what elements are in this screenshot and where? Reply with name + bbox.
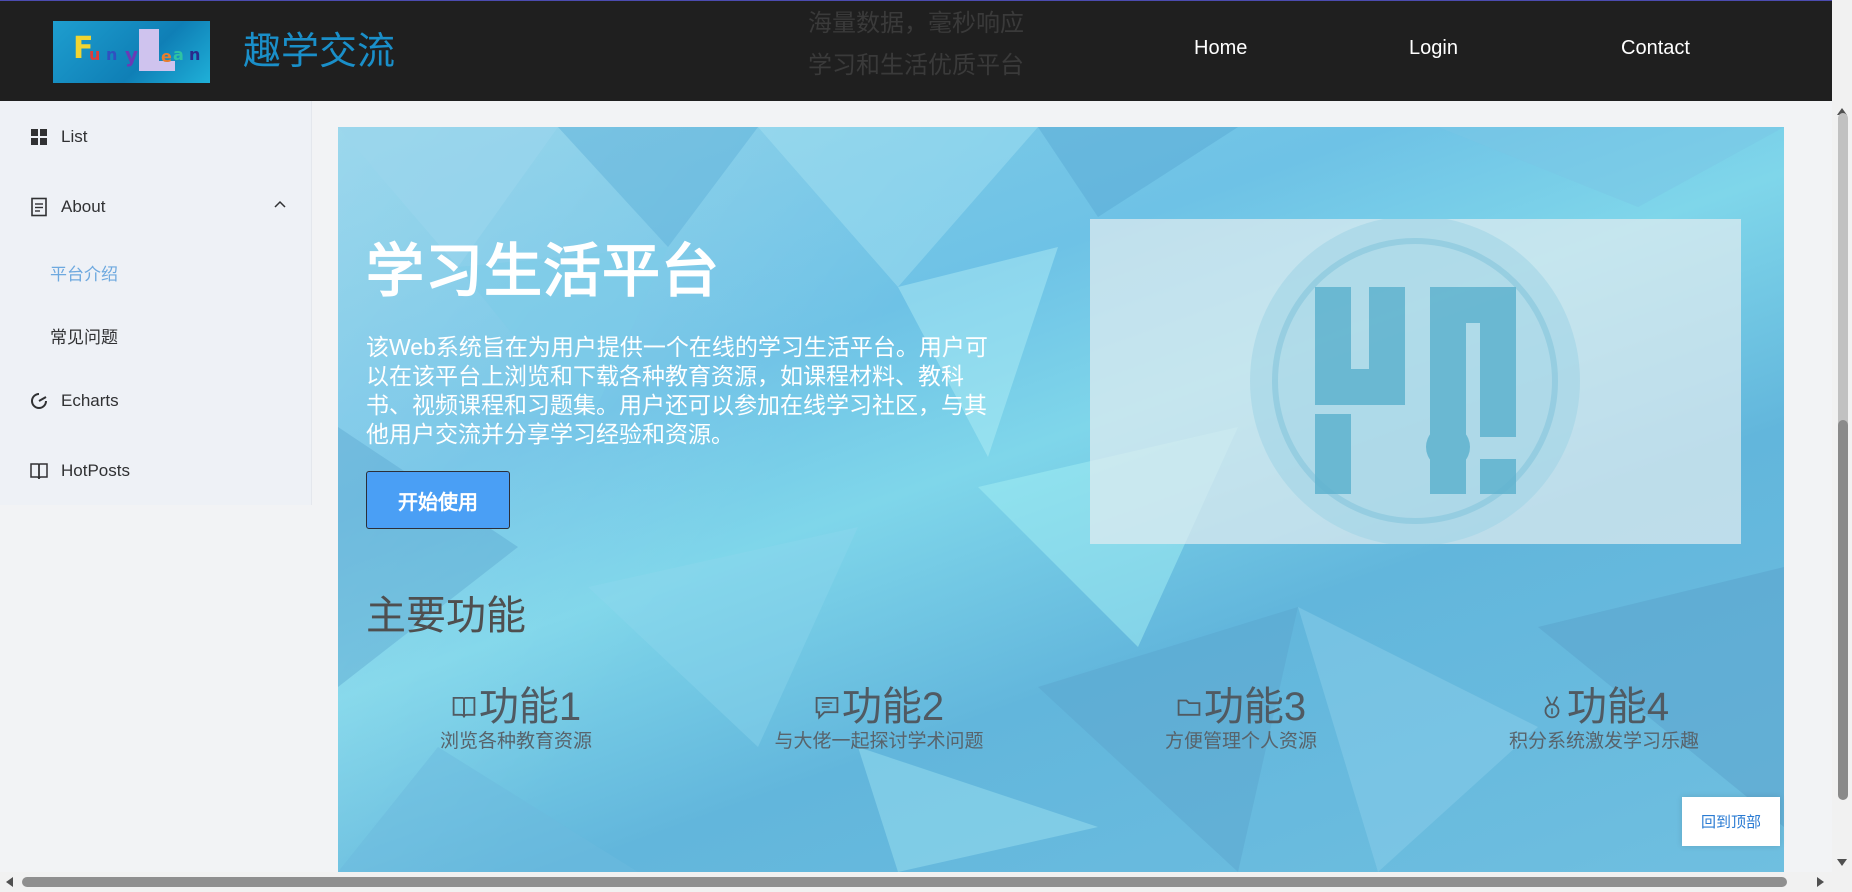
grid-icon	[31, 129, 47, 145]
feature-card-3: 功能3 方便管理个人资源	[1091, 684, 1391, 753]
back-to-top-button[interactable]: 回到顶部	[1682, 797, 1780, 846]
feature-desc: 方便管理个人资源	[1164, 731, 1317, 752]
sidebar-subitem-label: 平台介绍	[50, 264, 118, 284]
chat-icon	[815, 696, 839, 720]
slogan-line-1: 海量数据，毫秒响应	[808, 10, 1024, 37]
sidebar-subitem-faq[interactable]: 常见问题	[0, 307, 311, 363]
sidebar-item-label: HotPosts	[61, 461, 130, 480]
sidebar-item-about[interactable]: About	[0, 179, 311, 235]
document-icon	[31, 197, 47, 217]
feature-title: 功能4	[1566, 685, 1670, 729]
chevron-up-icon	[274, 200, 286, 208]
feature-desc: 积分系统激发学习乐趣	[1508, 731, 1699, 752]
sidebar-subitem-platform-intro[interactable]: 平台介绍	[0, 244, 311, 300]
scroll-left-arrow-icon[interactable]	[2, 872, 18, 892]
feature-title: 功能3	[1203, 685, 1307, 729]
chart-icon	[31, 393, 47, 409]
sidebar-item-label: Echarts	[61, 391, 119, 410]
feature-card-1: 功能1 浏览各种教育资源	[366, 684, 666, 753]
hero-title: 学习生活平台	[366, 237, 721, 305]
nav-contact-link[interactable]: Contact	[1621, 37, 1690, 60]
feature-desc: 浏览各种教育资源	[439, 731, 592, 752]
sidebar-item-label: List	[61, 127, 88, 146]
slogan-line-2: 学习和生活优质平台	[808, 52, 1024, 79]
scroll-down-arrow-icon[interactable]	[1832, 855, 1852, 871]
horizontal-scrollbar[interactable]	[0, 872, 1852, 892]
folder-icon	[1177, 699, 1201, 716]
scrollbar-thumb[interactable]	[1838, 420, 1848, 800]
feature-card-2: 功能2 与大佬一起探讨学术问题	[729, 684, 1029, 753]
sidebar-item-echarts[interactable]: Echarts	[0, 373, 311, 429]
sidebar-subitem-label: 常见问题	[50, 327, 118, 347]
top-header: Funy ean 趣学交流 海量数据，毫秒响应 学习和生活优质平台 Home L…	[0, 0, 1832, 101]
book-icon	[30, 463, 48, 480]
emblem-image	[1250, 216, 1580, 546]
site-logo[interactable]: Funy ean	[53, 21, 210, 83]
book-icon	[452, 696, 476, 718]
sidebar-item-hotposts[interactable]: HotPosts	[0, 443, 311, 499]
feature-card-4: 功能4 积分系统激发学习乐趣	[1454, 684, 1754, 753]
sidebar-item-list[interactable]: List	[0, 109, 311, 165]
scrollbar-thumb[interactable]	[22, 877, 1787, 887]
slogan: 海量数据，毫秒响应 学习和生活优质平台	[808, 3, 1024, 87]
hero-description: 该Web系统旨在为用户提供一个在线的学习生活平台。用户可以在该平台上浏览和下载各…	[366, 334, 988, 447]
feature-title: 功能2	[841, 685, 945, 729]
main-content: 学习生活平台 该Web系统旨在为用户提供一个在线的学习生活平台。用户可以在该平台…	[338, 127, 1784, 872]
site-title[interactable]: 趣学交流	[243, 30, 395, 74]
sidebar-menu: List About 平台介绍 常见问题 Echarts HotPosts	[0, 101, 312, 505]
nav-login-link[interactable]: Login	[1409, 37, 1458, 60]
features-section-title: 主要功能	[366, 594, 526, 638]
scroll-right-arrow-icon[interactable]	[1812, 872, 1828, 892]
nav-home-link[interactable]: Home	[1194, 37, 1247, 60]
feature-desc: 与大佬一起探讨学术问题	[774, 731, 984, 752]
feature-title: 功能1	[478, 685, 582, 729]
sidebar-item-label: About	[61, 197, 106, 216]
vertical-scrollbar[interactable]	[1832, 0, 1852, 872]
hero-image	[1090, 216, 1741, 546]
medal-icon	[1544, 696, 1560, 719]
start-button[interactable]: 开始使用	[366, 471, 510, 529]
